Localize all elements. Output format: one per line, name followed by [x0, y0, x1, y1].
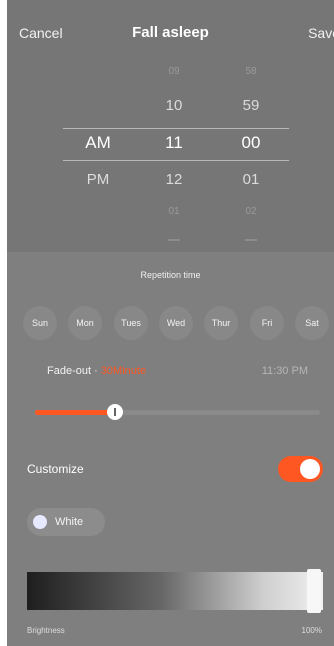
ampm-selected[interactable]: AM — [73, 133, 123, 153]
hour-option[interactable]: 01 — [149, 206, 199, 217]
selection-bottom-line — [63, 160, 289, 161]
day-sat-button[interactable]: Sat — [295, 306, 329, 340]
hour-option[interactable]: 09 — [149, 66, 199, 77]
day-thur-button[interactable]: Thur — [204, 306, 238, 340]
ampm-option[interactable]: PM — [73, 171, 123, 188]
day-tues-button[interactable]: Tues — [114, 306, 148, 340]
minute-selected[interactable]: 00 — [226, 133, 276, 153]
hour-fade-dash — [149, 228, 199, 241]
hour-selected[interactable]: 11 — [149, 133, 199, 153]
brightness-handle[interactable] — [307, 569, 321, 613]
brightness-value: 100% — [301, 626, 322, 635]
minute-option[interactable]: 59 — [226, 97, 276, 114]
toggle-thumb — [300, 459, 320, 479]
customize-toggle[interactable] — [278, 456, 323, 482]
minute-option[interactable]: 58 — [226, 66, 276, 77]
fade-end-time: 11:30 PM — [261, 365, 308, 377]
hour-option[interactable]: 12 — [149, 171, 199, 188]
customize-label: Customize — [27, 462, 84, 476]
fade-slider-handle[interactable] — [106, 404, 123, 420]
fade-out-value: 30Minute — [100, 365, 147, 377]
color-chip-label: White — [55, 516, 84, 528]
fade-slider-track[interactable] — [35, 410, 320, 415]
day-sun-button[interactable]: Sun — [23, 306, 57, 340]
time-picker[interactable]: AM PM 09 10 11 12 01 58 59 00 01 02 — [7, 56, 334, 252]
hour-option[interactable]: 10 — [149, 97, 199, 114]
alarm-settings-screen: Cancel Fall asleep Save AM PM 09 10 11 1… — [7, 0, 334, 646]
selection-top-line — [63, 128, 289, 129]
color-chip-white[interactable]: White — [27, 508, 105, 536]
fade-slider-fill — [35, 410, 115, 415]
repetition-title: Repetition time — [140, 270, 201, 280]
header-bar: Cancel Fall asleep Save — [7, 0, 334, 64]
day-fri-button[interactable]: Fri — [250, 306, 284, 340]
minute-option[interactable]: 02 — [226, 206, 276, 217]
day-mon-button[interactable]: Mon — [68, 306, 102, 340]
minute-option[interactable]: 01 — [226, 171, 276, 188]
fade-out-text: Fade-out · — [47, 365, 101, 377]
brightness-gradient-bar[interactable] — [27, 572, 323, 610]
fade-out-label: Fade-out · 30Minute — [47, 365, 146, 377]
save-button[interactable]: Save — [308, 25, 334, 41]
day-wed-button[interactable]: Wed — [159, 306, 193, 340]
color-dot-icon — [33, 515, 47, 529]
brightness-label: Brightness — [27, 626, 65, 635]
page-title: Fall asleep — [132, 24, 209, 41]
minute-fade-dash — [226, 228, 276, 241]
